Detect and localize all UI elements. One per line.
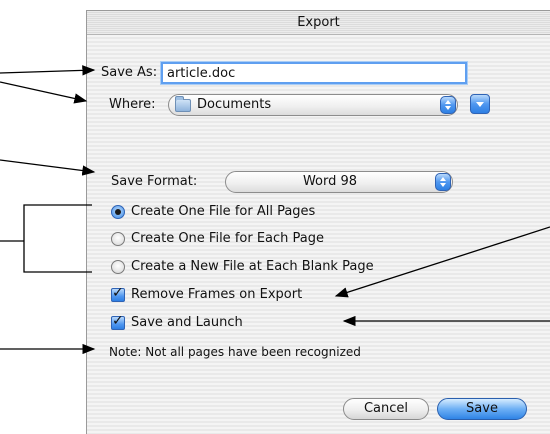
where-popup[interactable]: Documents	[168, 94, 458, 116]
where-label: Where:	[109, 97, 156, 112]
radio-unselected-icon[interactable]	[111, 232, 125, 246]
note-text: Note: Not all pages have been recognized	[109, 345, 361, 359]
radio-label[interactable]: Create One File for All Pages	[131, 204, 315, 219]
folder-icon	[175, 96, 191, 112]
dialog-title: Export	[297, 15, 340, 30]
radio-selected-icon[interactable]	[111, 205, 125, 219]
radio-label[interactable]: Create a New File at Each Blank Page	[131, 259, 374, 274]
save-button[interactable]: Save	[437, 398, 527, 420]
dialog-titlebar: Export	[87, 11, 550, 35]
checkbox-checked-icon[interactable]: ✓	[111, 313, 125, 330]
save-as-input[interactable]: article.doc	[161, 62, 467, 84]
callout-arrow	[0, 65, 96, 76]
checkbox-label[interactable]: Remove Frames on Export	[131, 287, 302, 302]
save-format-value: Word 98	[302, 174, 358, 189]
cancel-button[interactable]: Cancel	[343, 398, 429, 420]
checkbox-checked-icon[interactable]: ✓	[111, 285, 125, 302]
radio-label[interactable]: Create One File for Each Page	[131, 231, 324, 246]
popup-arrows-icon	[435, 173, 451, 191]
callout-arrow	[0, 81, 88, 104]
checkbox-label[interactable]: Save and Launch	[131, 315, 243, 330]
save-format-label: Save Format:	[111, 174, 198, 189]
export-dialog: Export Save As: article.doc Where: Docum…	[86, 10, 550, 434]
where-popup-value: Documents	[197, 97, 272, 112]
popup-arrows-icon	[440, 96, 456, 114]
save-format-popup[interactable]: Word 98	[225, 171, 453, 193]
save-as-label: Save As:	[101, 65, 158, 80]
expand-browser-button[interactable]	[470, 94, 490, 114]
callout-arrow	[0, 159, 96, 176]
callout-bracket	[23, 204, 92, 273]
radio-unselected-icon[interactable]	[111, 260, 125, 274]
